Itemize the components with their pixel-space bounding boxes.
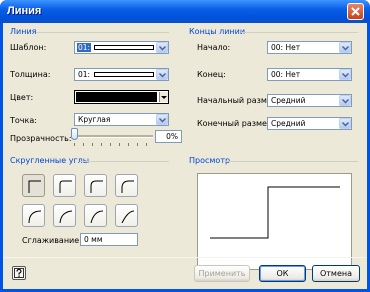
chevron-down-icon bbox=[159, 118, 166, 123]
dropdown-arrow[interactable] bbox=[339, 42, 351, 53]
ok-button[interactable]: ОК bbox=[259, 265, 306, 282]
corner-round-small-icon bbox=[59, 180, 72, 193]
corner-style-4[interactable] bbox=[22, 204, 45, 227]
corner-style-6[interactable] bbox=[84, 204, 107, 227]
color-picker[interactable] bbox=[74, 90, 169, 104]
begin-size-dropdown[interactable]: Средний bbox=[267, 94, 352, 107]
corner-style-7[interactable] bbox=[115, 204, 138, 227]
dialog-body: Линия Шаблон: 01: Толщина: 01: Цвет: Точ… bbox=[3, 23, 367, 289]
color-swatch bbox=[76, 92, 157, 102]
begin-value: 00: Нет bbox=[271, 43, 301, 52]
corner-round-large-icon bbox=[121, 180, 134, 193]
slider-ticks bbox=[74, 143, 147, 146]
corner-curve-widest-icon bbox=[121, 210, 134, 223]
help-icon bbox=[14, 268, 24, 278]
corner-style-0[interactable] bbox=[22, 174, 45, 197]
chevron-down-icon bbox=[342, 99, 349, 104]
line-ends-section-header: Концы линии bbox=[189, 27, 246, 36]
weight-line-sample bbox=[94, 72, 154, 77]
rounding-section-divider bbox=[80, 161, 169, 162]
preview-section-divider bbox=[224, 161, 358, 162]
pattern-value: 01: bbox=[77, 43, 92, 52]
apply-button[interactable]: Применить bbox=[194, 265, 250, 282]
corner-round-medium-icon bbox=[90, 180, 103, 193]
transparency-slider-track[interactable] bbox=[71, 135, 153, 138]
close-icon bbox=[351, 7, 360, 16]
begin-label: Начало: bbox=[197, 43, 231, 52]
corner-curve-wide-icon bbox=[90, 210, 103, 223]
begin-dropdown[interactable]: 00: Нет bbox=[267, 41, 352, 54]
chevron-down-icon bbox=[342, 122, 349, 127]
pattern-dropdown[interactable]: 01: bbox=[74, 41, 169, 54]
title-bar[interactable]: Линия bbox=[0, 0, 370, 23]
dropdown-arrow[interactable] bbox=[156, 69, 168, 80]
cap-dropdown[interactable]: Круглая bbox=[74, 113, 169, 126]
smoothing-label: Сглаживание: bbox=[22, 236, 82, 245]
smoothing-input[interactable]: 0 мм bbox=[80, 233, 138, 246]
weight-value: 01: bbox=[78, 70, 91, 79]
line-section-divider bbox=[36, 32, 169, 33]
dropdown-arrow[interactable] bbox=[156, 114, 168, 125]
weight-label: Толщина: bbox=[10, 70, 51, 79]
corner-square-icon bbox=[28, 180, 41, 193]
end-size-dropdown[interactable]: Средний bbox=[267, 117, 352, 130]
transparency-value: 0% bbox=[166, 132, 178, 141]
corner-style-2[interactable] bbox=[84, 174, 107, 197]
corner-style-1[interactable] bbox=[53, 174, 76, 197]
cap-value: Круглая bbox=[78, 115, 111, 124]
dropdown-arrow[interactable] bbox=[339, 95, 351, 106]
close-button[interactable] bbox=[347, 3, 364, 20]
corner-curve-icon bbox=[59, 210, 72, 223]
dropdown-arrow[interactable] bbox=[156, 42, 168, 53]
corner-style-5[interactable] bbox=[53, 204, 76, 227]
pattern-line-sample bbox=[94, 45, 154, 50]
chevron-down-icon bbox=[159, 73, 166, 78]
corner-round-xl-icon bbox=[28, 210, 41, 223]
chevron-down-icon bbox=[342, 73, 349, 78]
rounding-section-header: Скругленные углы bbox=[10, 156, 90, 165]
window-title: Линия bbox=[7, 5, 42, 17]
corner-style-3[interactable] bbox=[115, 174, 138, 197]
transparency-label: Прозрачность: bbox=[10, 134, 72, 143]
chevron-down-icon bbox=[342, 46, 349, 51]
color-label: Цвет: bbox=[10, 93, 34, 102]
line-ends-section-divider bbox=[241, 32, 358, 33]
line-section-header: Линия bbox=[10, 27, 37, 36]
dropdown-arrow[interactable] bbox=[339, 118, 351, 129]
footer-divider bbox=[3, 257, 367, 258]
end-dropdown[interactable]: 00: Нет bbox=[267, 68, 352, 81]
cap-label: Точка: bbox=[10, 116, 37, 125]
end-value: 00: Нет bbox=[271, 70, 301, 79]
begin-size-value: Средний bbox=[271, 96, 306, 105]
preview-pane bbox=[197, 173, 352, 270]
dialog-window: Линия Линия Шаблон: 01: Толщина: 01: Цве… bbox=[0, 0, 370, 292]
help-button[interactable] bbox=[12, 266, 26, 280]
transparency-input[interactable]: 0% bbox=[155, 130, 182, 143]
smoothing-value: 0 мм bbox=[84, 235, 103, 244]
end-label: Конец: bbox=[197, 70, 226, 79]
transparency-slider-thumb[interactable] bbox=[71, 128, 78, 140]
triangle-down-icon bbox=[161, 96, 167, 99]
chevron-down-icon bbox=[159, 46, 166, 51]
cancel-button[interactable]: Отмена bbox=[312, 265, 360, 282]
color-dropdown-arrow[interactable] bbox=[159, 92, 168, 102]
end-size-value: Средний bbox=[271, 119, 306, 128]
dropdown-arrow[interactable] bbox=[339, 69, 351, 80]
pattern-label: Шаблон: bbox=[10, 43, 47, 52]
weight-dropdown[interactable]: 01: bbox=[74, 68, 169, 81]
end-size-label: Конечный размер: bbox=[197, 119, 275, 128]
line-preview bbox=[210, 186, 340, 239]
